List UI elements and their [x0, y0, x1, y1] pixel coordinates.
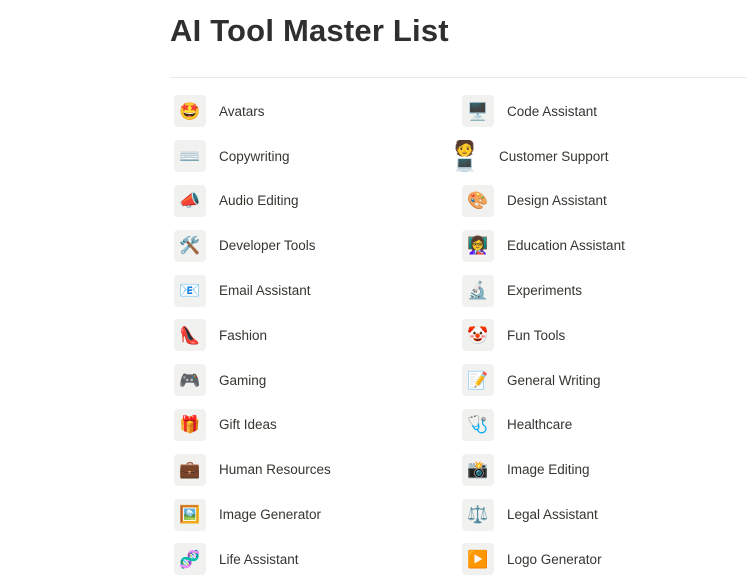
clown-face-icon: 🤡 [462, 319, 494, 352]
list-item-gaming[interactable]: 🎮 Gaming [174, 358, 454, 403]
divider [170, 77, 747, 78]
envelope-icon: 📧 [174, 274, 206, 307]
list-item-developer-tools[interactable]: 🛠️ Developer Tools [174, 223, 454, 268]
list-item-label[interactable]: Avatars [219, 104, 265, 119]
list-item-label[interactable]: Developer Tools [219, 238, 316, 253]
play-button-icon: ▶️ [462, 543, 494, 576]
list-item-human-resources[interactable]: 💼 Human Resources [174, 447, 454, 492]
balance-scale-icon: ⚖️ [462, 498, 494, 531]
list-item-label[interactable]: Image Generator [219, 507, 321, 522]
list-item-label[interactable]: Legal Assistant [507, 507, 598, 522]
high-heel-icon: 👠 [174, 319, 206, 352]
list-item-label[interactable]: Gaming [219, 373, 266, 388]
list-item-label[interactable]: Healthcare [507, 417, 572, 432]
list-item-label[interactable]: Image Editing [507, 462, 590, 477]
list-item-code-assistant[interactable]: 🖥️ Code Assistant [462, 89, 742, 134]
list-item-gift-ideas[interactable]: 🎁 Gift Ideas [174, 403, 454, 448]
artist-palette-icon: 🎨 [462, 184, 494, 217]
memo-icon: 📝 [462, 364, 494, 397]
list-item-label[interactable]: Customer Support [499, 149, 609, 164]
gift-icon: 🎁 [174, 408, 206, 441]
gamepad-icon: 🎮 [174, 364, 206, 397]
hammer-wrench-icon: 🛠️ [174, 229, 206, 262]
list-item-life-assistant[interactable]: 🧬 Life Assistant [174, 537, 454, 582]
desktop-computer-icon: 🖥️ [462, 95, 494, 128]
list-item-image-generator[interactable]: 🖼️ Image Generator [174, 492, 454, 537]
page-title: AI Tool Master List [170, 13, 449, 48]
list-item-logo-generator[interactable]: ▶️ Logo Generator [462, 537, 742, 582]
list-item-fashion[interactable]: 👠 Fashion [174, 313, 454, 358]
teacher-icon: 👩‍🏫 [462, 229, 494, 262]
list-item-label[interactable]: Audio Editing [219, 193, 299, 208]
list-item-avatars[interactable]: 🤩 Avatars [174, 89, 454, 134]
list-item-label[interactable]: Code Assistant [507, 104, 597, 119]
list-item-label[interactable]: General Writing [507, 373, 601, 388]
star-struck-face-icon: 🤩 [174, 95, 206, 128]
list-item-healthcare[interactable]: 🩺 Healthcare [462, 403, 742, 448]
list-item-image-editing[interactable]: 📸 Image Editing [462, 447, 742, 492]
list-item-customer-support[interactable]: 🧑💻 Customer Support [454, 134, 742, 179]
list-item-label[interactable]: Design Assistant [507, 193, 607, 208]
list-item-label[interactable]: Education Assistant [507, 238, 625, 253]
list-item-copywriting[interactable]: ⌨️ Copywriting [174, 134, 454, 179]
list-item-general-writing[interactable]: 📝 General Writing [462, 358, 742, 403]
list-item-label[interactable]: Fashion [219, 328, 267, 343]
list-column-right: 🖥️ Code Assistant 🧑💻 Customer Support 🎨 … [454, 89, 742, 582]
microscope-icon: 🔬 [462, 274, 494, 307]
list-item-label[interactable]: Fun Tools [507, 328, 565, 343]
list-item-education-assistant[interactable]: 👩‍🏫 Education Assistant [462, 223, 742, 268]
framed-picture-icon: 🖼️ [174, 498, 206, 531]
briefcase-icon: 💼 [174, 453, 206, 486]
list-item-email-assistant[interactable]: 📧 Email Assistant [174, 268, 454, 313]
list-item-legal-assistant[interactable]: ⚖️ Legal Assistant [462, 492, 742, 537]
list-item-fun-tools[interactable]: 🤡 Fun Tools [462, 313, 742, 358]
list-item-experiments[interactable]: 🔬 Experiments [462, 268, 742, 313]
list-item-label[interactable]: Experiments [507, 283, 582, 298]
stethoscope-icon: 🩺 [462, 408, 494, 441]
dna-icon: 🧬 [174, 543, 206, 576]
list-item-label[interactable]: Copywriting [219, 149, 290, 164]
list-item-label[interactable]: Email Assistant [219, 283, 311, 298]
list-item-label[interactable]: Gift Ideas [219, 417, 277, 432]
list-item-label[interactable]: Logo Generator [507, 552, 602, 567]
list-column-left: 🤩 Avatars ⌨️ Copywriting 📣 Audio Editing… [174, 89, 454, 582]
person-laptop-icon: 🧑💻 [454, 140, 476, 173]
list-item-design-assistant[interactable]: 🎨 Design Assistant [462, 179, 742, 224]
camera-flash-icon: 📸 [462, 453, 494, 486]
keyboard-icon: ⌨️ [174, 140, 206, 173]
list-item-label[interactable]: Human Resources [219, 462, 331, 477]
megaphone-icon: 📣 [174, 184, 206, 217]
list-item-audio-editing[interactable]: 📣 Audio Editing [174, 179, 454, 224]
list-item-label[interactable]: Life Assistant [219, 552, 299, 567]
